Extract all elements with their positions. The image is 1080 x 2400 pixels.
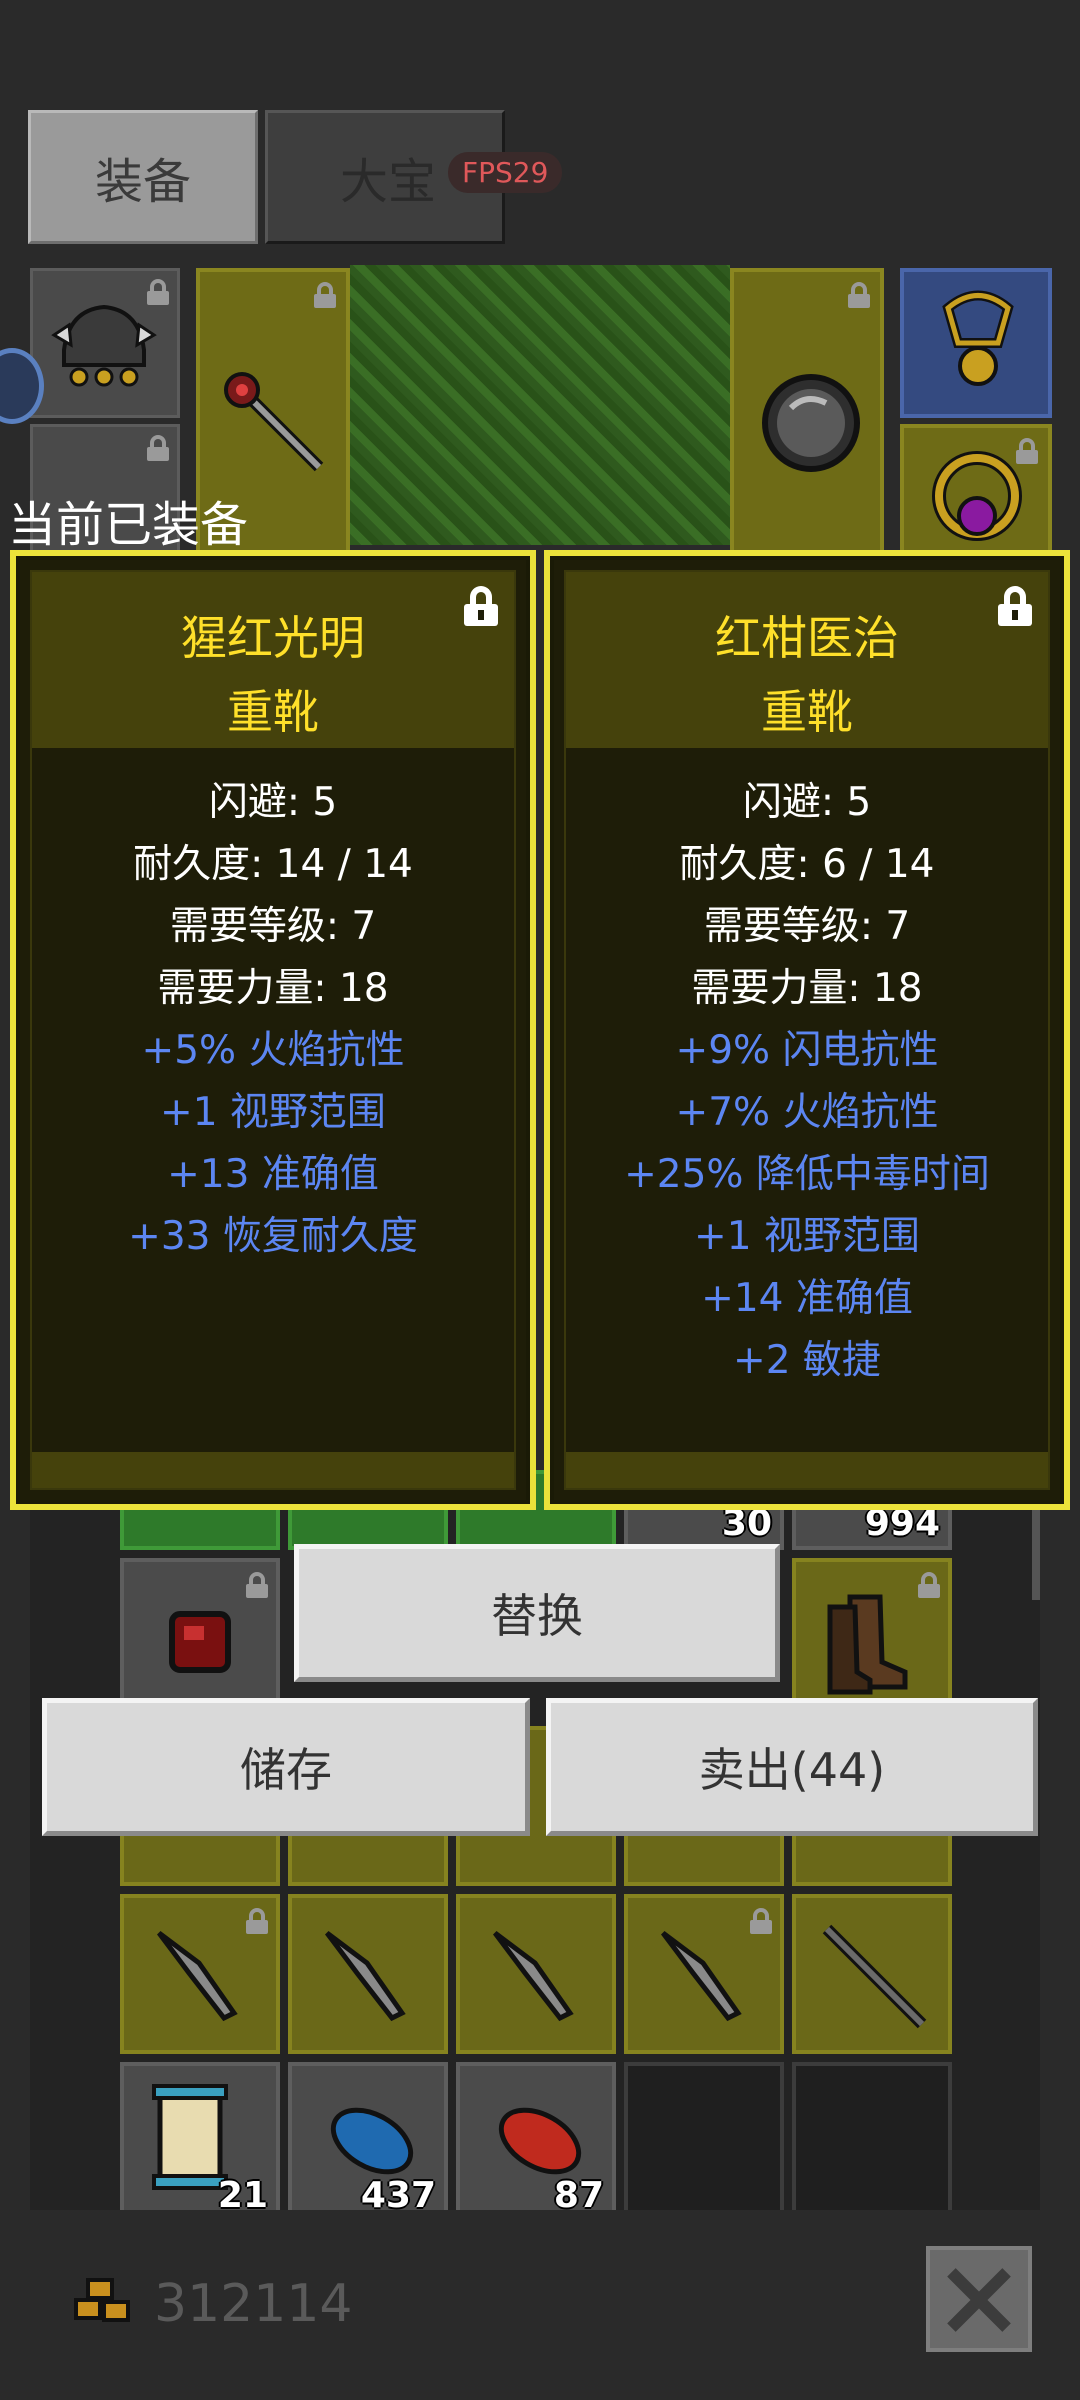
inventory-slot-empty[interactable]: [792, 2062, 952, 2222]
item-card-equipped: 猩红光明 重靴 闪避: 5 耐久度: 14 / 14 需要等级: 7 需要力量:…: [10, 550, 536, 1510]
lock-icon: [147, 279, 169, 305]
inventory-slot[interactable]: [792, 1894, 952, 2054]
inventory-slot[interactable]: [792, 1558, 952, 1718]
fps-badge: FPS29: [448, 152, 563, 193]
tab-equipment[interactable]: 装备: [28, 110, 258, 244]
inventory-slot[interactable]: [624, 1894, 784, 2054]
stat-line: 需要等级: 7: [703, 904, 911, 949]
card-frame: 猩红光明 重靴 闪避: 5 耐久度: 14 / 14 需要等级: 7 需要力量:…: [30, 570, 516, 1490]
blue-seed-icon: [330, 2107, 414, 2175]
amulet-icon: [942, 290, 1014, 386]
lock-icon: [147, 435, 169, 461]
equipped-label: 当前已装备: [8, 497, 249, 553]
stat-line: 闪避: 5: [208, 780, 338, 825]
helmet-icon: [51, 304, 157, 387]
stat-line: 闪避: 5: [742, 780, 872, 825]
inventory-slot[interactable]: 437: [288, 2062, 448, 2222]
replace-button[interactable]: 替换: [294, 1544, 780, 1682]
close-button[interactable]: [926, 2246, 1032, 2352]
sell-button[interactable]: 卖出(44): [546, 1698, 1038, 1836]
spear-icon: [822, 1924, 927, 2029]
ring-slot[interactable]: [900, 424, 1052, 554]
bonus-line: +1 视野范围: [694, 1214, 920, 1259]
lock-icon: [246, 1572, 268, 1598]
stat-line: 耐久度: 14 / 14: [133, 842, 413, 887]
amulet-slot[interactable]: [900, 268, 1052, 418]
item-type: 重靴: [227, 685, 319, 739]
item-name: 猩红光明: [181, 611, 365, 665]
bonus-line: +14 准确值: [701, 1276, 913, 1321]
lock-icon: [314, 282, 336, 308]
lock-icon: [848, 282, 870, 308]
bonus-line: +1 视野范围: [160, 1090, 386, 1135]
dart-icon: [661, 1931, 742, 2022]
bonus-line: +25% 降低中毒时间: [624, 1152, 990, 1197]
gold-coins-icon: [74, 2278, 130, 2322]
dart-icon: [325, 1931, 406, 2022]
card-frame: 红柑医治 重靴 闪避: 5 耐久度: 6 / 14 需要等级: 7 需要力量: …: [564, 570, 1050, 1490]
bonus-line: +7% 火焰抗性: [675, 1090, 939, 1135]
card-footer: [566, 1452, 1048, 1488]
item-stats: 闪避: 5 耐久度: 6 / 14 需要等级: 7 需要力量: 18 +9% 闪…: [566, 772, 1048, 1392]
item-stats: 闪避: 5 耐久度: 14 / 14 需要等级: 7 需要力量: 18 +5% …: [32, 772, 514, 1268]
lock-icon: [246, 1908, 268, 1934]
inventory-slot[interactable]: [288, 1894, 448, 2054]
item-name: 红柑医治: [715, 611, 899, 665]
stat-line: 需要力量: 18: [157, 966, 389, 1011]
inventory-slot-empty[interactable]: [624, 2062, 784, 2222]
helmet-slot[interactable]: [30, 268, 180, 418]
item-card-new: 红柑医治 重靴 闪避: 5 耐久度: 6 / 14 需要等级: 7 需要力量: …: [544, 550, 1070, 1510]
stat-line: 需要等级: 7: [169, 904, 377, 949]
card-footer: [32, 1452, 514, 1488]
inventory-slot[interactable]: 87: [456, 2062, 616, 2222]
staff-icon: [224, 372, 324, 472]
inventory-slot[interactable]: [120, 1558, 280, 1718]
bonus-line: +33 恢复耐久度: [128, 1214, 418, 1259]
gold-amount: 312114: [154, 2274, 353, 2334]
red-seed-icon: [498, 2107, 582, 2175]
store-button[interactable]: 储存: [42, 1698, 530, 1836]
lock-icon: [1016, 438, 1038, 464]
red-gem-icon: [169, 1611, 231, 1673]
item-type: 重靴: [761, 685, 853, 739]
stat-line: 耐久度: 6 / 14: [679, 842, 935, 887]
shield-slot[interactable]: [730, 268, 884, 558]
bonus-line: +9% 闪电抗性: [675, 1028, 939, 1073]
boots-icon: [827, 1594, 908, 1695]
round-shield-icon: [762, 374, 860, 472]
bonus-line: +5% 火焰抗性: [141, 1028, 405, 1073]
lock-icon: [918, 1572, 940, 1598]
stat-line: 需要力量: 18: [691, 966, 923, 1011]
bonus-line: +13 准确值: [167, 1152, 379, 1197]
character-preview: [350, 265, 730, 545]
inventory-slot[interactable]: [120, 1894, 280, 2054]
dart-icon: [157, 1931, 238, 2022]
inventory-scrollbar[interactable]: [1032, 1500, 1040, 1600]
lock-icon: [750, 1908, 772, 1934]
bonus-line: +2 敏捷: [733, 1338, 881, 1383]
dart-icon: [493, 1931, 574, 2022]
inventory-slot[interactable]: 21: [120, 2062, 280, 2222]
inventory-slot[interactable]: [456, 1894, 616, 2054]
